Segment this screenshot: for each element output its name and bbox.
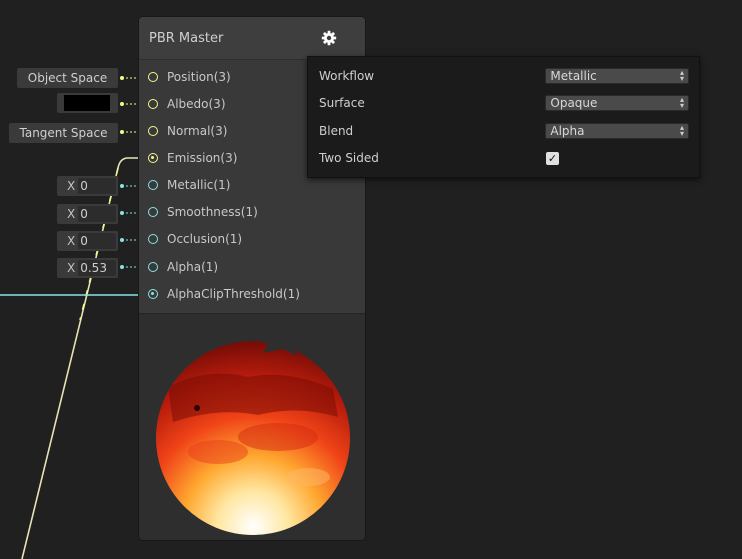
normal-space-field[interactable]: Tangent Space — [9, 123, 118, 143]
normal-space-label: Tangent Space — [19, 126, 108, 140]
port-label: Position(3) — [167, 70, 231, 84]
port-row: Smoothness(1) — [139, 202, 365, 222]
workflow-value: Metallic — [550, 69, 597, 83]
position-input-dot — [120, 76, 124, 80]
port-label: Emission(3) — [167, 151, 238, 165]
preview-sphere — [156, 341, 350, 535]
occlusion-value-field[interactable]: X 0 — [57, 231, 118, 251]
dropdown-arrow-icon: ▴ ▾ — [679, 123, 684, 138]
node-header[interactable]: PBR Master — [139, 17, 365, 60]
port-slot-icon[interactable] — [148, 126, 158, 136]
node-settings-panel: Workflow Metallic ▴ ▾ Surface Opaque ▴ ▾ B… — [307, 56, 700, 178]
port-label: Occlusion(1) — [167, 232, 243, 246]
workflow-row: Workflow Metallic ▴ ▾ — [319, 66, 689, 86]
gear-icon[interactable] — [321, 30, 337, 46]
blend-dropdown[interactable]: Alpha ▴ ▾ — [545, 123, 689, 139]
node-title: PBR Master — [149, 31, 224, 46]
albedo-input-dot — [120, 102, 124, 106]
metallic-x-label: X — [67, 179, 76, 193]
smoothness-value-field[interactable]: X 0 — [57, 204, 118, 224]
port-slot-icon[interactable] — [148, 153, 158, 163]
workflow-label: Workflow — [319, 69, 375, 83]
smoothness-value[interactable]: 0 — [78, 206, 116, 222]
checkmark-icon: ✓ — [547, 151, 558, 165]
port-slot-icon[interactable] — [148, 262, 158, 272]
surface-label: Surface — [319, 96, 365, 110]
port-slot-icon[interactable] — [148, 180, 158, 190]
port-slot-icon[interactable] — [148, 99, 158, 109]
smoothness-input-dot — [120, 211, 124, 215]
occlusion-x-label: X — [67, 234, 76, 248]
port-row: Alpha(1) — [139, 257, 365, 277]
blend-label: Blend — [319, 124, 354, 138]
port-row: Occlusion(1) — [139, 229, 365, 249]
port-row: Metallic(1) — [139, 175, 365, 195]
alpha-x-label: X — [67, 261, 76, 275]
workflow-dropdown[interactable]: Metallic ▴ ▾ — [545, 68, 689, 84]
blend-row: Blend Alpha ▴ ▾ — [319, 121, 689, 141]
smoothness-x-label: X — [67, 207, 76, 221]
dropdown-arrow-icon: ▴ ▾ — [679, 68, 684, 83]
port-label: Smoothness(1) — [167, 205, 258, 219]
albedo-color-swatch[interactable] — [64, 95, 110, 111]
surface-row: Surface Opaque ▴ ▾ — [319, 93, 689, 113]
two-sided-checkbox[interactable]: ✓ — [546, 151, 559, 165]
blend-value: Alpha — [550, 124, 585, 138]
alpha-input-dot — [120, 265, 124, 269]
port-label: Albedo(3) — [167, 97, 226, 111]
normal-input-dot — [120, 130, 124, 134]
surface-value: Opaque — [550, 96, 598, 110]
metallic-value[interactable]: 0 — [78, 178, 116, 194]
metallic-value-field[interactable]: X 0 — [57, 176, 118, 196]
occlusion-input-dot — [120, 238, 124, 242]
two-sided-label: Two Sided — [319, 151, 379, 165]
metallic-input-dot — [120, 184, 124, 188]
occlusion-value[interactable]: 0 — [78, 233, 116, 249]
port-slot-icon[interactable] — [148, 289, 158, 299]
alpha-value[interactable]: 0.53 — [78, 260, 116, 276]
port-label: Normal(3) — [167, 124, 228, 138]
position-space-field[interactable]: Object Space — [17, 68, 118, 88]
port-label: Alpha(1) — [167, 260, 219, 274]
position-space-label: Object Space — [27, 71, 108, 85]
port-label: AlphaClipThreshold(1) — [167, 287, 300, 301]
alpha-value-field[interactable]: X 0.53 — [57, 258, 118, 278]
port-slot-icon[interactable] — [148, 234, 158, 244]
material-preview — [139, 313, 365, 540]
port-slot-icon[interactable] — [148, 72, 158, 82]
surface-dropdown[interactable]: Opaque ▴ ▾ — [545, 95, 689, 111]
dropdown-arrow-icon: ▴ ▾ — [679, 95, 684, 110]
port-slot-icon[interactable] — [148, 207, 158, 217]
two-sided-row: Two Sided ✓ — [319, 148, 689, 168]
port-row: AlphaClipThreshold(1) — [139, 284, 365, 304]
port-label: Metallic(1) — [167, 178, 231, 192]
